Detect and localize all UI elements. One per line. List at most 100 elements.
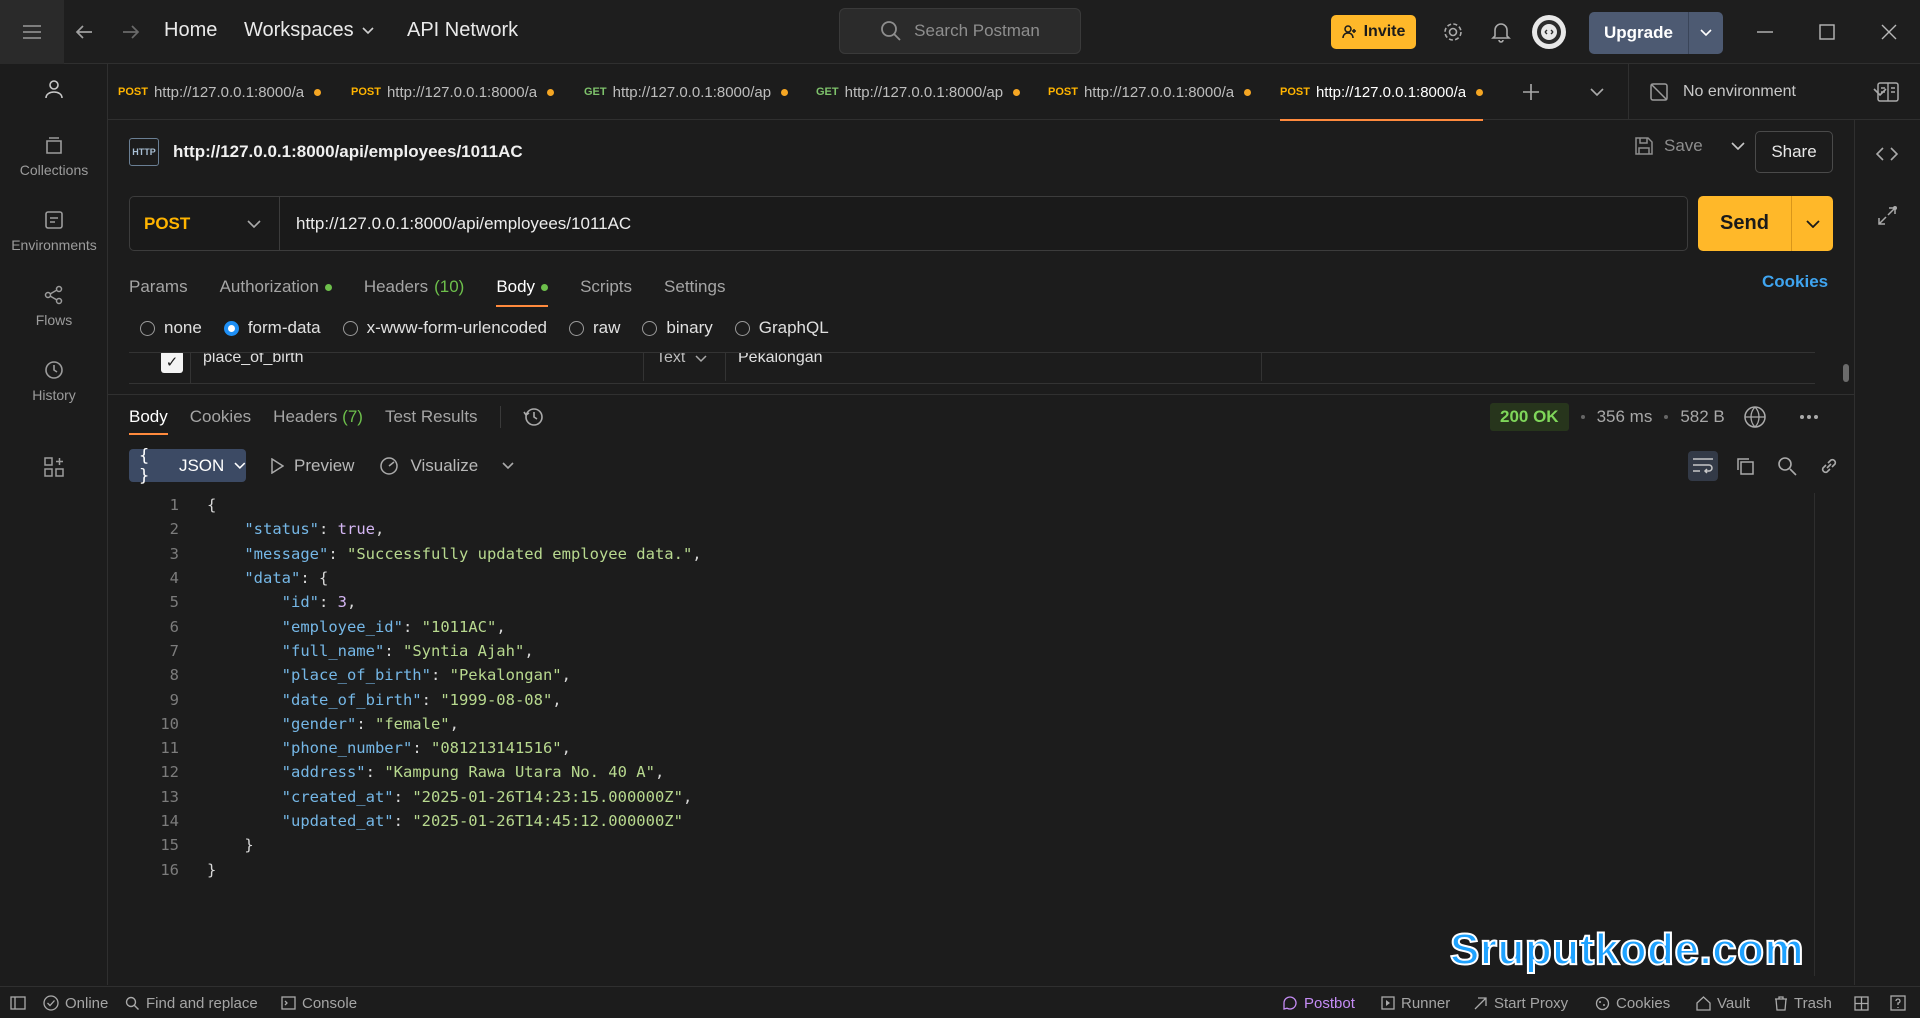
response-tab-test-results[interactable]: Test Results [385,407,478,427]
runner-button[interactable]: Runner [1381,987,1450,1018]
request-tab[interactable]: POST http://127.0.0.1:8000/a [1048,64,1252,120]
vault-button[interactable]: Vault [1696,987,1750,1018]
two-pane-view-icon[interactable] [1854,987,1869,1018]
search-input[interactable]: Search Postman [839,8,1081,54]
format-json-select[interactable]: { } JSON [129,446,246,486]
code-token: "full_name" [281,641,385,660]
sidebar-item-history[interactable]: History [0,359,108,403]
more-options-icon[interactable] [1799,414,1819,420]
search-icon[interactable] [1772,451,1802,481]
request-tab[interactable]: POST http://127.0.0.1:8000/a [351,64,555,120]
response-time[interactable]: 356 ms [1597,407,1653,427]
toggle-sidebar-icon[interactable] [10,987,26,1018]
check-circle-icon [43,995,59,1011]
hamburger-menu-icon[interactable] [0,0,64,64]
maximize-icon[interactable] [1813,18,1841,46]
cookies-link[interactable]: Cookies [1762,272,1828,292]
radio-raw[interactable]: raw [569,318,620,338]
tab-scripts[interactable]: Scripts [580,270,632,304]
value-input[interactable]: Pekalongan [726,353,1262,381]
response-body-viewer[interactable]: 1{2 "status": true, 3 "message": "Success… [129,493,1829,882]
start-proxy-button[interactable]: Start Proxy [1473,987,1568,1018]
url-input[interactable]: http://127.0.0.1:8000/api/employees/1011… [280,197,631,250]
api-network-link[interactable]: API Network [407,19,518,42]
sidebar-item-environments[interactable]: Environments [0,209,108,253]
settings-gear-icon[interactable] [1439,18,1467,46]
share-button[interactable]: Share [1755,131,1833,173]
code-token: "message" [244,544,329,563]
network-globe-icon[interactable] [1743,405,1767,429]
request-tab[interactable]: GET http://127.0.0.1:8000/ap [584,64,789,120]
send-button[interactable]: Send [1698,196,1833,251]
account-user-icon[interactable] [0,78,108,100]
pane-divider[interactable] [108,394,1854,395]
key-input[interactable]: place_of_birth [191,353,644,381]
invite-button[interactable]: Invite [1331,15,1416,49]
workspaces-menu[interactable]: Workspaces [244,19,374,42]
response-tab-headers[interactable]: Headers (7) [273,407,363,427]
user-avatar[interactable] [1532,15,1566,49]
request-tab[interactable]: GET http://127.0.0.1:8000/ap [816,64,1021,120]
sidebar-item-flows[interactable]: Flows [0,284,108,328]
radio-binary[interactable]: binary [642,318,713,338]
cookies-button[interactable]: Cookies [1595,987,1670,1018]
send-dropdown-chevron-icon[interactable] [1792,196,1833,251]
tab-settings[interactable]: Settings [664,270,725,304]
minimize-icon[interactable] [1751,18,1779,46]
method-select[interactable]: POST [130,197,280,250]
back-arrow-icon[interactable] [70,18,98,46]
radio-graphql[interactable]: GraphQL [734,318,829,338]
save-button[interactable]: Save [1634,136,1745,156]
code-scrollbar[interactable] [1814,493,1815,976]
row-enabled-checkbox[interactable]: ✓ [161,353,183,373]
upgrade-button[interactable]: Upgrade [1589,12,1723,54]
code-snippet-icon[interactable] [1873,140,1901,168]
word-wrap-icon[interactable] [1688,451,1718,481]
copy-icon[interactable] [1730,451,1760,481]
trash-button[interactable]: Trash [1774,987,1832,1018]
close-icon[interactable] [1875,18,1903,46]
chevron-down-icon[interactable] [502,461,514,470]
status-badge[interactable]: 200 OK [1490,403,1569,431]
response-size[interactable]: 582 B [1680,407,1724,427]
console-button[interactable]: Console [281,987,357,1018]
request-tab[interactable]: POST http://127.0.0.1:8000/a [118,64,322,120]
tab-body[interactable]: Body [496,270,549,307]
request-scrollbar[interactable] [1843,364,1849,382]
request-tab-active[interactable]: POST http://127.0.0.1:8000/a [1280,64,1484,121]
request-name[interactable]: http://127.0.0.1:8000/api/employees/1011… [173,142,523,162]
postbot-button[interactable]: Postbot [1282,987,1355,1018]
radio-circle-selected [223,320,239,336]
tabs-overflow-chevron-icon[interactable] [1583,78,1611,106]
preview-button[interactable]: Preview [270,456,354,476]
type-select[interactable]: Text [644,353,726,381]
home-link[interactable]: Home [164,19,217,42]
sidebar-item-collections[interactable]: Collections [0,134,108,178]
tab-headers[interactable]: Headers (10) [364,270,465,304]
online-status[interactable]: Online [43,987,108,1018]
radio-form-data[interactable]: form-data [223,318,321,338]
response-tab-body[interactable]: Body [129,407,168,435]
upgrade-dropdown-chevron-icon[interactable] [1689,12,1723,54]
forward-arrow-icon[interactable] [117,18,145,46]
response-tab-cookies[interactable]: Cookies [190,407,251,427]
link-icon[interactable] [1814,451,1844,481]
chevron-down-icon[interactable] [1731,142,1745,150]
radio-none[interactable]: none [140,318,202,338]
tab-params[interactable]: Params [129,270,188,304]
find-and-replace[interactable]: Find and replace [125,987,258,1018]
help-icon[interactable] [1890,987,1906,1018]
related-collections-icon[interactable] [1873,202,1901,230]
notifications-bell-icon[interactable] [1487,18,1515,46]
tab-authorization[interactable]: Authorization [220,270,332,304]
radio-x-www-form-urlencoded[interactable]: x-www-form-urlencoded [342,318,547,338]
new-tab-plus-icon[interactable] [1517,78,1545,106]
send-label: Send [1698,196,1792,251]
code-token: "updated_at" [281,812,394,830]
environment-quick-look-icon[interactable] [1874,78,1902,106]
visualize-button[interactable]: Visualize [378,455,478,477]
configure-workbench-icon[interactable] [0,456,108,478]
response-history-icon[interactable] [522,406,545,428]
unsaved-dot-icon [314,88,322,96]
